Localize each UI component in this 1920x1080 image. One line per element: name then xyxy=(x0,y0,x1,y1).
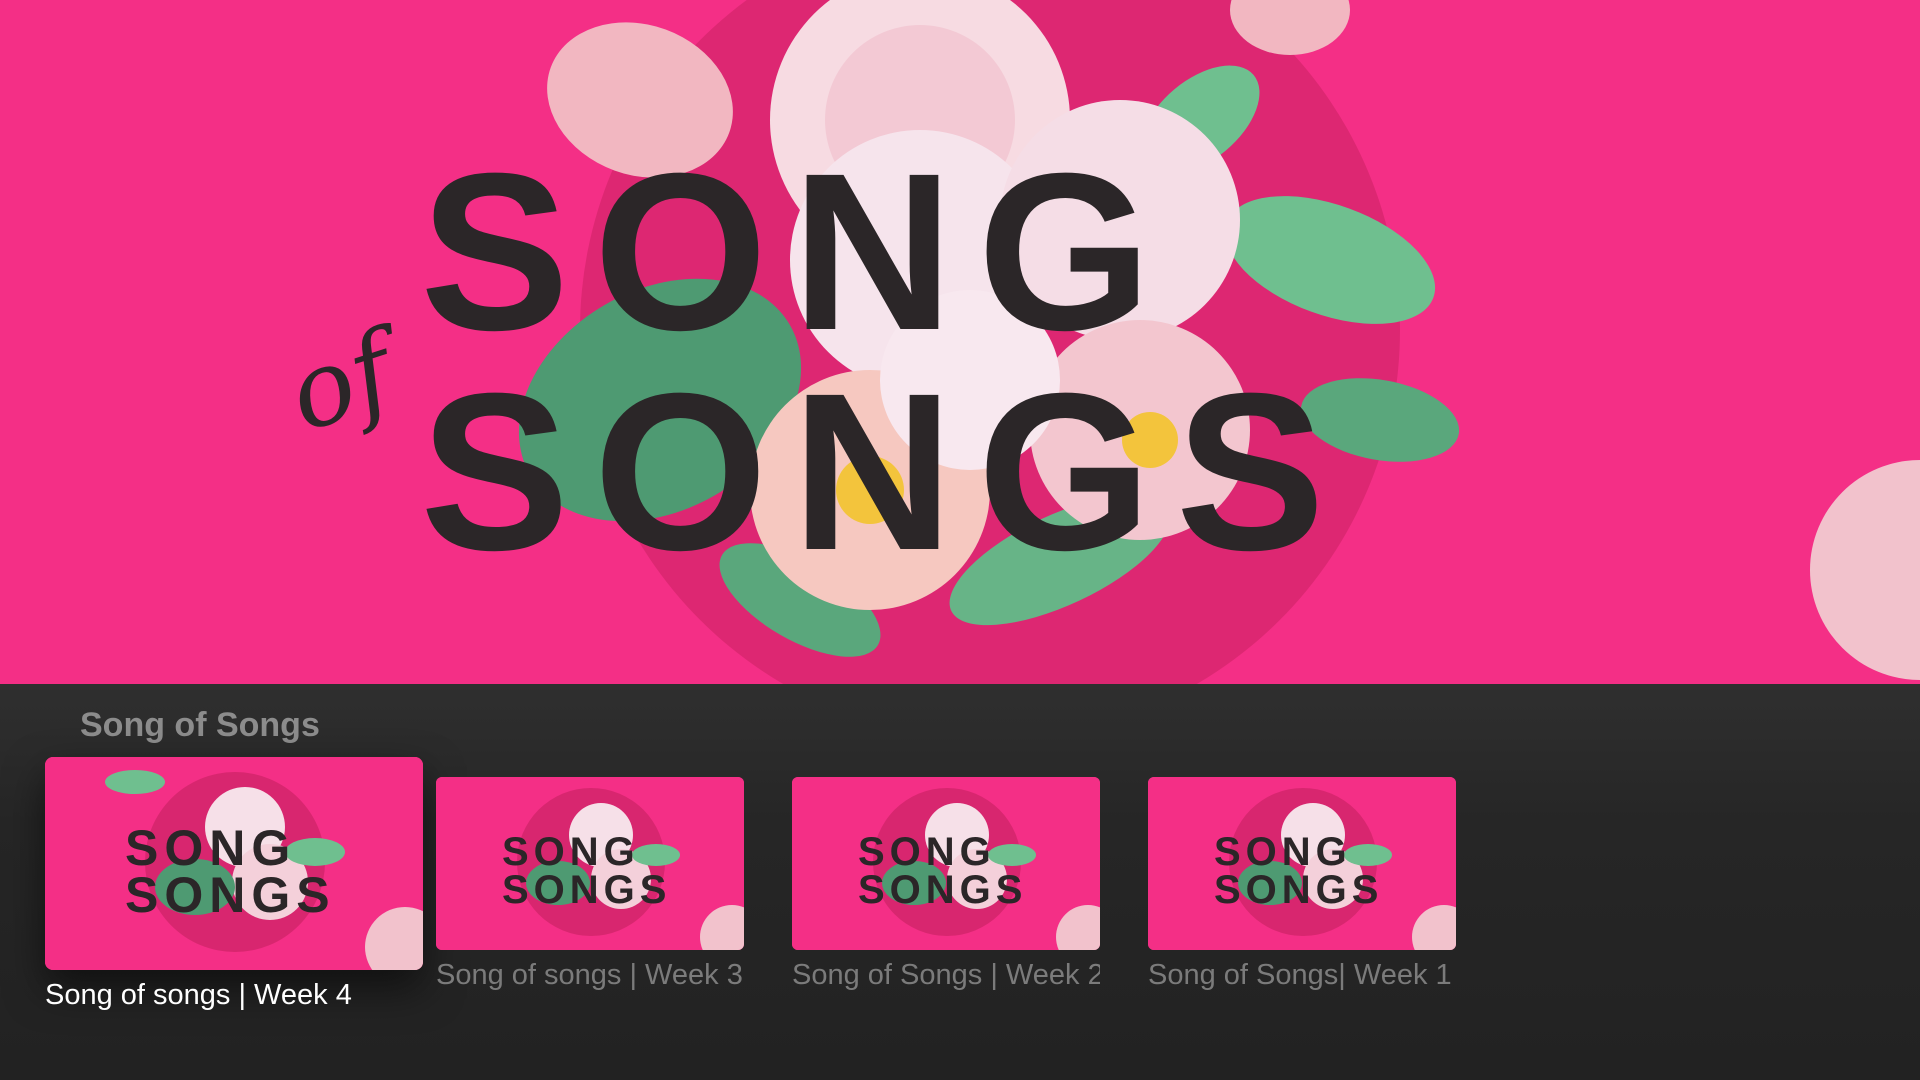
tv-app-screen: SONG of SONGS Song of Songs SONG SONGS S… xyxy=(0,0,1920,1080)
svg-text:SONGS: SONGS xyxy=(858,868,1027,912)
episode-title: Song of songs | Week 3 xyxy=(436,959,743,991)
episode-thumbnail: SONG SONGS xyxy=(436,777,744,950)
episode-thumbnail: SONG SONGS xyxy=(45,757,423,970)
svg-text:SONGS: SONGS xyxy=(1214,868,1383,912)
episode-shelf: Song of Songs SONG SONGS Song of songs |… xyxy=(0,684,1920,1080)
svg-text:SONGS: SONGS xyxy=(502,868,671,912)
floral-artwork xyxy=(0,0,1920,684)
shelf-title: Song of Songs xyxy=(80,706,320,744)
episode-card-week-2[interactable]: SONG SONGS Song of Songs | Week 2 xyxy=(792,777,1100,997)
episode-card-week-1[interactable]: SONG SONGS Song of Songs| Week 1 xyxy=(1148,777,1456,997)
episode-title: Song of Songs| Week 1 xyxy=(1148,959,1452,991)
svg-text:SONGS: SONGS xyxy=(125,867,336,923)
episode-title: Song of Songs | Week 2 xyxy=(792,959,1100,991)
episode-thumbnail: SONG SONGS xyxy=(1148,777,1456,950)
episode-title: Song of songs | Week 4 xyxy=(45,979,352,1011)
episode-thumbnail: SONG SONGS xyxy=(792,777,1100,950)
hero-banner: SONG of SONGS xyxy=(0,0,1920,684)
episode-card-week-3[interactable]: SONG SONGS Song of songs | Week 3 xyxy=(436,777,744,997)
episode-card-week-4[interactable]: SONG SONGS Song of songs | Week 4 xyxy=(45,757,423,1017)
